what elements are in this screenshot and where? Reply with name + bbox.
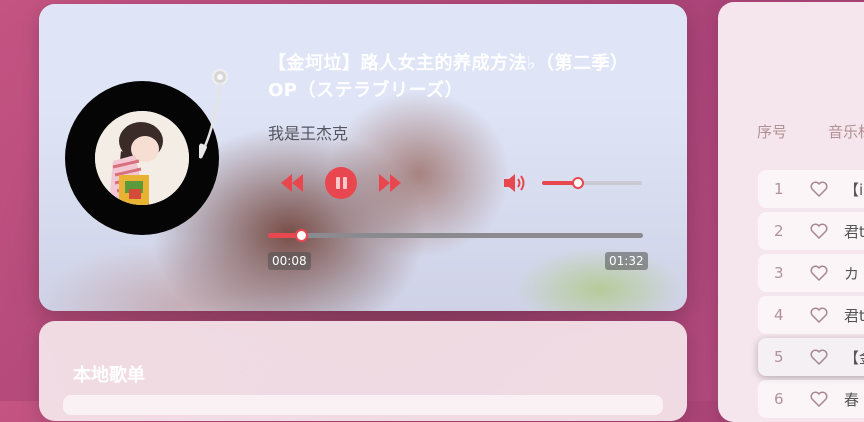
- heart-icon[interactable]: [810, 265, 828, 281]
- previous-track-button[interactable]: [279, 171, 305, 195]
- song-number: 1: [774, 180, 784, 198]
- song-name: 君t: [844, 307, 864, 325]
- song-list-panel: 序号 音乐标 1 【i 2 君t 3 カ 4 君t 5 【金 6 春: [718, 2, 864, 422]
- progress-bar[interactable]: [268, 229, 643, 242]
- local-playlist-list: [63, 395, 663, 415]
- song-number: 5: [774, 348, 784, 366]
- vinyl-record: [65, 81, 219, 235]
- volume-handle[interactable]: [572, 177, 584, 189]
- song-row[interactable]: 1 【i: [758, 170, 864, 208]
- song-row-active[interactable]: 5 【金: [758, 338, 864, 376]
- heart-icon[interactable]: [810, 223, 828, 239]
- column-header-number: 序号: [757, 123, 788, 141]
- pause-icon: [336, 177, 347, 189]
- song-number: 2: [774, 222, 784, 240]
- current-time: 00:08: [268, 252, 311, 270]
- progress-handle[interactable]: [294, 229, 308, 242]
- song-row[interactable]: 2 君t: [758, 212, 864, 250]
- song-name: 君t: [844, 223, 864, 241]
- song-row[interactable]: 4 君t: [758, 296, 864, 334]
- next-track-button[interactable]: [377, 171, 403, 195]
- local-playlist-card: 本地歌单: [39, 321, 687, 421]
- heart-icon[interactable]: [810, 181, 828, 197]
- song-name: 春: [844, 391, 860, 409]
- song-name: 【i: [844, 181, 864, 199]
- heart-icon[interactable]: [810, 349, 828, 365]
- song-name: 【金: [844, 349, 864, 367]
- song-title: 【金坷垃】路人女主的养成方法♭（第二季）OP（ステラブリーズ）: [268, 53, 620, 101]
- volume-button[interactable]: [502, 171, 528, 195]
- song-number: 4: [774, 306, 784, 324]
- song-number: 6: [774, 390, 784, 408]
- album-cover: [95, 111, 189, 205]
- column-header-name: 音乐标: [828, 123, 864, 141]
- fast-forward-icon: [379, 174, 401, 192]
- total-time: 01:32: [605, 252, 648, 270]
- player-card: 【金坷垃】路人女主的养成方法♭（第二季）OP（ステラブリーズ） 我是王杰克 00…: [39, 4, 687, 311]
- local-playlist-title: 本地歌单: [73, 365, 145, 386]
- song-number: 3: [774, 264, 784, 282]
- heart-icon[interactable]: [810, 391, 828, 407]
- rewind-icon: [281, 174, 303, 192]
- heart-icon[interactable]: [810, 307, 828, 323]
- song-row[interactable]: 6 春: [758, 380, 864, 418]
- song-name: カ: [844, 265, 860, 283]
- song-row[interactable]: 3 カ: [758, 254, 864, 292]
- volume-icon: [504, 174, 525, 192]
- volume-slider[interactable]: [542, 177, 642, 189]
- pause-button[interactable]: [325, 167, 357, 199]
- artist-name: 我是王杰克: [268, 124, 349, 143]
- tonearm: [199, 69, 228, 159]
